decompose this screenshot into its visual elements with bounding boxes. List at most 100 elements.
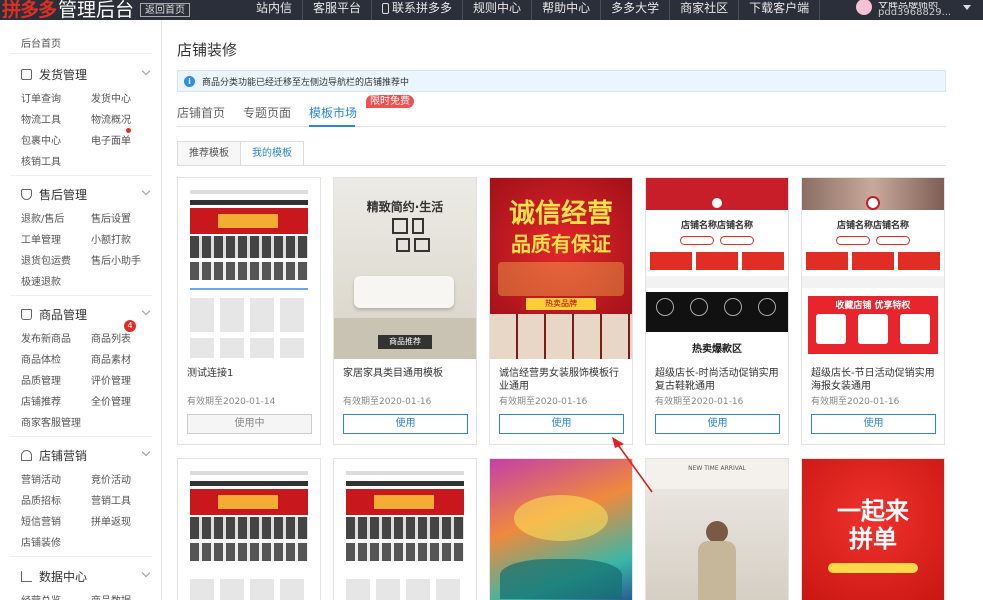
sidebar-item-refund[interactable]: 退款/售后 bbox=[21, 210, 64, 225]
template-thumbnail[interactable]: NEW TIME ARRIVAL bbox=[646, 459, 788, 600]
thumb-title: 精致简约·生活 bbox=[366, 200, 444, 214]
template-card[interactable]: 店铺名称店铺名称 收藏店铺 优享特权 超级店长-节日活动促销实用海报女装通用 有… bbox=[801, 177, 945, 445]
use-template-button[interactable]: 使用 bbox=[499, 414, 624, 434]
sidebar-section-marketing[interactable]: 店铺营销 bbox=[21, 447, 151, 464]
tab-template-market[interactable]: 模板市场 bbox=[309, 104, 357, 121]
template-card[interactable]: 店铺名称店铺名称 热卖爆款区 超级店长-时尚活动促销实用复古鞋靴通用 有效期至2… bbox=[645, 177, 789, 445]
user-menu[interactable]: 文胖品牌师的 pdd3968829... bbox=[856, 0, 972, 20]
sidebar-item-goods-material[interactable]: 商品素材 bbox=[91, 351, 131, 366]
nav-university[interactable]: 多多大学 bbox=[601, 0, 671, 20]
template-thumbnail[interactable] bbox=[178, 459, 320, 600]
template-thumbnail[interactable]: 诚信经营 品质有保证 热卖品牌 bbox=[490, 178, 632, 359]
template-thumbnail[interactable]: 精致简约·生活 商品推荐 bbox=[334, 178, 476, 359]
sidebar-item-quality-tender[interactable]: 品质招标 bbox=[21, 492, 61, 507]
subtab-recommended[interactable]: 推荐模板 bbox=[177, 141, 241, 166]
sidebar-item-aftersale-settings[interactable]: 售后设置 bbox=[91, 210, 131, 225]
brand-red: 拼多多 bbox=[2, 0, 57, 20]
template-thumbnail[interactable] bbox=[490, 459, 632, 600]
section-title: 数据中心 bbox=[39, 570, 88, 584]
template-expiry: 有效期至2020-01-14 bbox=[187, 397, 276, 407]
use-template-button[interactable]: 使用 bbox=[343, 414, 468, 434]
count-badge: 4 bbox=[124, 320, 136, 332]
nav-contact-label: 联系拼多多 bbox=[392, 1, 453, 15]
sidebar-item-price-management[interactable]: 全价管理 bbox=[91, 393, 131, 408]
document-icon bbox=[21, 69, 32, 80]
sidebar-item-quality[interactable]: 品质管理 bbox=[21, 372, 61, 387]
template-card[interactable] bbox=[177, 458, 321, 600]
sidebar-section-data[interactable]: 数据中心 bbox=[21, 568, 151, 585]
sidebar-item-goods-check[interactable]: 商品体检 bbox=[21, 351, 61, 366]
thumb-section: 热卖爆款区 bbox=[692, 344, 742, 355]
sidebar-item-e-waybill[interactable]: 电子面单 bbox=[91, 132, 131, 147]
nav-inbox[interactable]: 站内信 bbox=[246, 0, 304, 20]
sidebar-item-goods-data[interactable]: 商品数据 bbox=[91, 592, 131, 600]
sidebar-item-order-query[interactable]: 订单查询 bbox=[21, 90, 61, 105]
use-template-button[interactable]: 使用 bbox=[811, 414, 936, 434]
template-card[interactable]: 诚信经营 品质有保证 热卖品牌 诚信经营男女装服饰模板行业通用 有效期至2020… bbox=[489, 177, 633, 445]
megaphone-icon bbox=[21, 450, 32, 461]
sidebar-item-bidding[interactable]: 竞价活动 bbox=[91, 471, 131, 486]
sidebar-item-shipping-center[interactable]: 发货中心 bbox=[91, 90, 131, 105]
sidebar-section-aftersale[interactable]: 售后管理 bbox=[21, 186, 151, 203]
sidebar-section-shipping[interactable]: 发货管理 bbox=[21, 66, 151, 83]
sidebar-item-fast-refund[interactable]: 极速退款 bbox=[21, 273, 61, 288]
username: pdd3968829... bbox=[878, 7, 952, 18]
sidebar-item-cashback[interactable]: 拼单返现 bbox=[91, 513, 131, 528]
template-thumbnail[interactable] bbox=[334, 459, 476, 600]
info-notice: i 商品分类功能已经迁移至左侧边导航栏的店铺推荐中 bbox=[177, 70, 946, 92]
sidebar-item-shop-decoration[interactable]: 店铺装修 bbox=[21, 534, 61, 549]
template-card[interactable]: 一起来 拼单 bbox=[801, 458, 945, 600]
top-bar: 拼多多 管理后台 返回首页 站内信 客服平台 联系拼多多 规则中心 帮助中心 多多… bbox=[0, 0, 983, 20]
use-template-button[interactable]: 使用 bbox=[655, 414, 780, 434]
subtab-my-templates[interactable]: 我的模板 bbox=[240, 141, 304, 166]
info-icon: i bbox=[184, 75, 195, 87]
nav-download[interactable]: 下载客户端 bbox=[739, 0, 821, 20]
template-card[interactable] bbox=[333, 458, 477, 600]
thumb-shop-name: 店铺名称店铺名称 bbox=[680, 221, 753, 231]
return-home-button[interactable]: 返回首页 bbox=[140, 3, 191, 17]
top-nav: 站内信 客服平台 联系拼多多 规则中心 帮助中心 多多大学 商家社区 下载客户端 bbox=[246, 0, 821, 20]
sidebar-item-verification[interactable]: 核销工具 bbox=[21, 153, 61, 168]
user-info: 文胖品牌师的 pdd3968829... bbox=[878, 2, 951, 18]
sidebar-item-goods-list[interactable]: 商品列表 bbox=[91, 330, 131, 345]
sidebar-item-return-shipping[interactable]: 退货包运费 bbox=[21, 252, 71, 267]
sidebar-item-reviews[interactable]: 评价管理 bbox=[91, 372, 131, 387]
subtab-bar: 推荐模板 我的模板 bbox=[177, 141, 304, 166]
sidebar-item-small-payment[interactable]: 小额打款 bbox=[91, 231, 131, 246]
template-card[interactable] bbox=[489, 458, 633, 600]
sidebar-item-campaigns[interactable]: 营销活动 bbox=[21, 471, 61, 486]
template-thumbnail[interactable] bbox=[178, 178, 320, 359]
sidebar-item-logistics-tools[interactable]: 物流工具 bbox=[21, 111, 61, 126]
sidebar-item-publish-goods[interactable]: 发布新商品 bbox=[21, 330, 71, 345]
template-card[interactable]: 测试连接1 有效期至2020-01-14 使用中 bbox=[177, 177, 321, 445]
sidebar-divider bbox=[10, 436, 152, 437]
thumb-tag: 商品推荐 bbox=[378, 335, 432, 349]
tab-topic-pages[interactable]: 专题页面 bbox=[243, 104, 291, 121]
sidebar-item-aftersale-assistant[interactable]: 售后小助手 bbox=[91, 252, 141, 267]
sidebar-section-goods[interactable]: 商品管理 bbox=[21, 306, 151, 323]
template-thumbnail[interactable]: 店铺名称店铺名称 收藏店铺 优享特权 bbox=[802, 178, 944, 359]
sidebar-item-overview[interactable]: 经营总览 bbox=[21, 592, 61, 600]
template-expiry: 有效期至2020-01-16 bbox=[499, 397, 588, 407]
nav-help[interactable]: 帮助中心 bbox=[532, 0, 602, 20]
section-title: 店铺营销 bbox=[39, 449, 88, 463]
in-use-button[interactable]: 使用中 bbox=[187, 414, 312, 434]
sidebar-item-shop-recommend[interactable]: 店铺推荐 bbox=[21, 393, 61, 408]
nav-rules[interactable]: 规则中心 bbox=[463, 0, 533, 20]
tab-shop-home[interactable]: 店铺首页 bbox=[177, 104, 225, 121]
sidebar-item-marketing-tools[interactable]: 营销工具 bbox=[91, 492, 131, 507]
nav-contact[interactable]: 联系拼多多 bbox=[372, 0, 464, 20]
template-card[interactable]: NEW TIME ARRIVAL bbox=[645, 458, 789, 600]
template-card[interactable]: 精致简约·生活 商品推荐 家居家具类目通用模板 有效期至2020-01-16 使… bbox=[333, 177, 477, 445]
sidebar-item-tickets[interactable]: 工单管理 bbox=[21, 231, 61, 246]
sidebar-home-link[interactable]: 后台首页 bbox=[21, 35, 61, 50]
template-thumbnail[interactable]: 店铺名称店铺名称 热卖爆款区 bbox=[646, 178, 788, 359]
sidebar-item-sms-marketing[interactable]: 短信营销 bbox=[21, 513, 61, 528]
sidebar-item-logistics-overview[interactable]: 物流概况 bbox=[91, 111, 131, 126]
sidebar-item-cs-management[interactable]: 商家客服管理 bbox=[21, 414, 81, 429]
sidebar-item-package-center[interactable]: 包裹中心 bbox=[21, 132, 61, 147]
template-thumbnail[interactable]: 一起来 拼单 bbox=[802, 459, 944, 600]
brand-logo[interactable]: 拼多多 管理后台 bbox=[0, 0, 134, 20]
nav-customer-service[interactable]: 客服平台 bbox=[303, 0, 373, 20]
nav-community[interactable]: 商家社区 bbox=[670, 0, 740, 20]
